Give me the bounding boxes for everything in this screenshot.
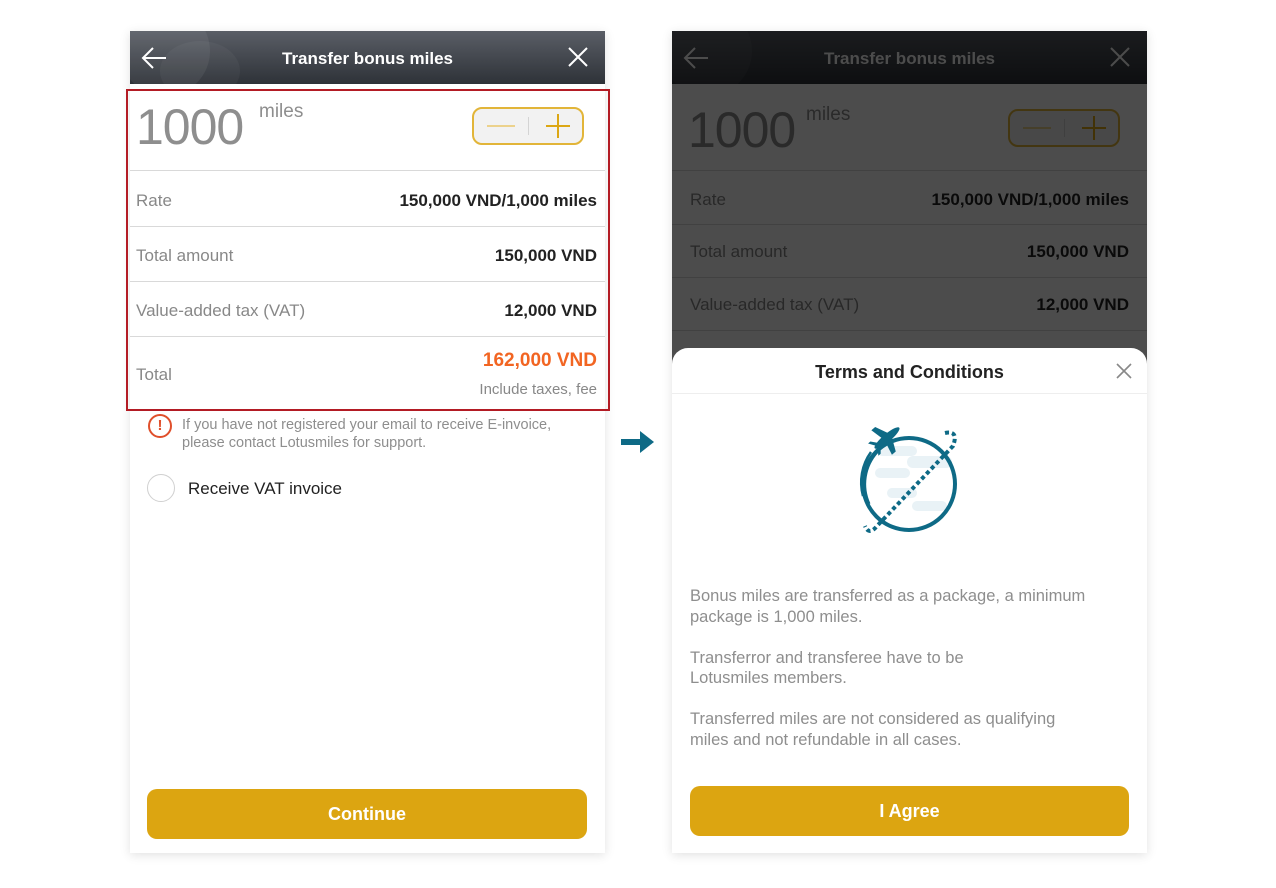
term-item: Transferred miles are not considered as …: [690, 710, 1056, 749]
term-item: Transferror and transferee have to be Lo…: [690, 648, 964, 688]
terms-list: Bonus miles are transferred as a package…: [690, 586, 1130, 771]
term-item: Bonus miles are transferred as a package…: [690, 587, 1086, 626]
miles-stepper[interactable]: [472, 107, 584, 145]
row-value: 150,000 VND: [494, 246, 597, 265]
warning-icon: !: [148, 414, 172, 438]
plane-globe-icon: [859, 427, 957, 533]
row-label: Value-added tax (VAT): [136, 301, 306, 320]
sheet-title: Terms and Conditions: [815, 362, 1004, 382]
notice-text: If you have not registered your email to…: [182, 417, 552, 451]
miles-amount-row: 1000 miles: [130, 84, 605, 171]
total-value: 162,000 VND: [482, 350, 597, 371]
vat-radio[interactable]: [147, 474, 175, 502]
total-note: Include taxes, fee: [479, 381, 597, 398]
row-label: Total amount: [136, 246, 234, 265]
row-label: Rate: [136, 191, 172, 210]
miles-value: 1000: [136, 99, 244, 155]
close-icon[interactable]: [567, 46, 589, 68]
transfer-screen: Transfer bonus miles 1000 miles Rate 150…: [130, 31, 605, 853]
app-header: Transfer bonus miles: [130, 31, 605, 84]
grand-total-row: Total 162,000 VND Include taxes, fee: [130, 337, 605, 410]
rate-row: Rate 150,000 VND/1,000 miles: [130, 172, 605, 227]
miles-unit: miles: [259, 101, 304, 122]
i-agree-button[interactable]: I Agree: [690, 786, 1129, 836]
page-title: Transfer bonus miles: [282, 49, 453, 68]
row-value: 150,000 VND/1,000 miles: [399, 191, 597, 210]
continue-button[interactable]: Continue: [147, 789, 587, 839]
row-value: 12,000 VND: [504, 301, 597, 320]
sheet-divider: [672, 393, 1147, 394]
plus-icon: [557, 114, 559, 138]
vat-option-label: Receive VAT invoice: [188, 479, 343, 498]
total-amount-row: Total amount 150,000 VND: [130, 227, 605, 282]
receive-vat-invoice-option[interactable]: Receive VAT invoice: [147, 474, 447, 504]
vat-row: Value-added tax (VAT) 12,000 VND: [130, 282, 605, 337]
terms-bottom-sheet: Terms and Conditions Bonus miles are tra…: [672, 348, 1147, 853]
arrow-right-icon: [621, 431, 654, 453]
close-icon[interactable]: [1115, 362, 1133, 380]
total-label: Total: [136, 365, 172, 384]
terms-screen: Transfer bonus miles 1000 miles Rate 150…: [672, 31, 1147, 853]
minus-icon: [487, 125, 515, 127]
